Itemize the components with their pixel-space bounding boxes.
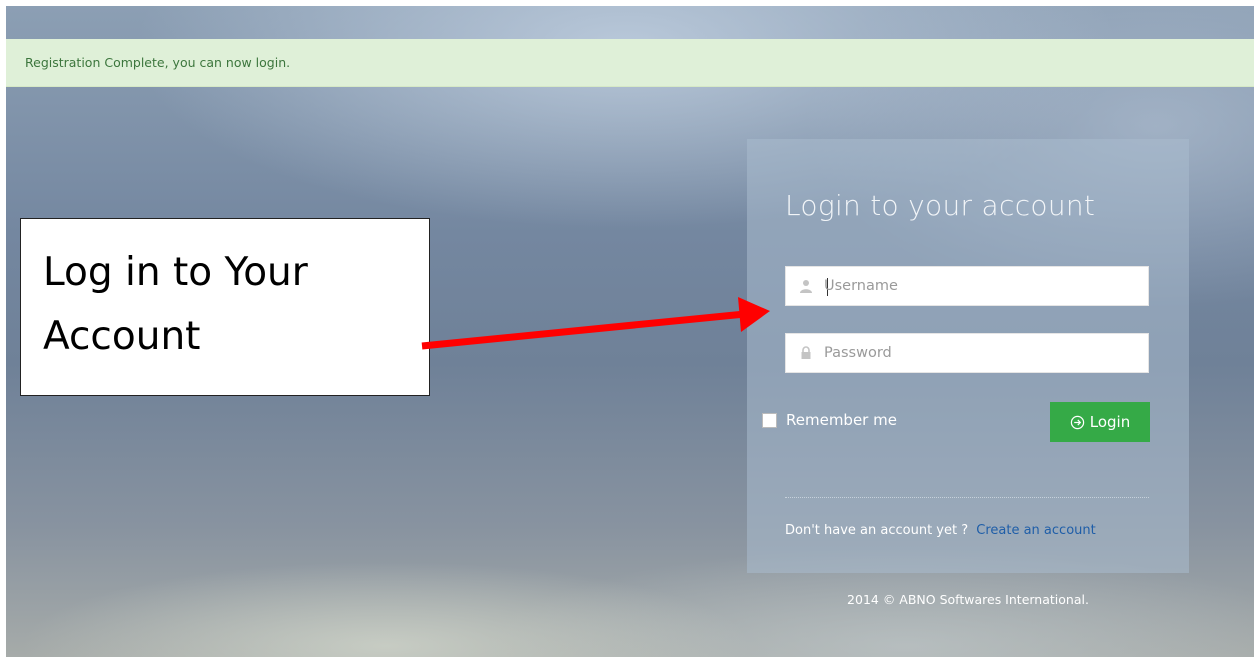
annotation-arrow — [421, 297, 770, 350]
arrow-shaft — [421, 310, 746, 350]
arrow-head — [738, 297, 770, 332]
